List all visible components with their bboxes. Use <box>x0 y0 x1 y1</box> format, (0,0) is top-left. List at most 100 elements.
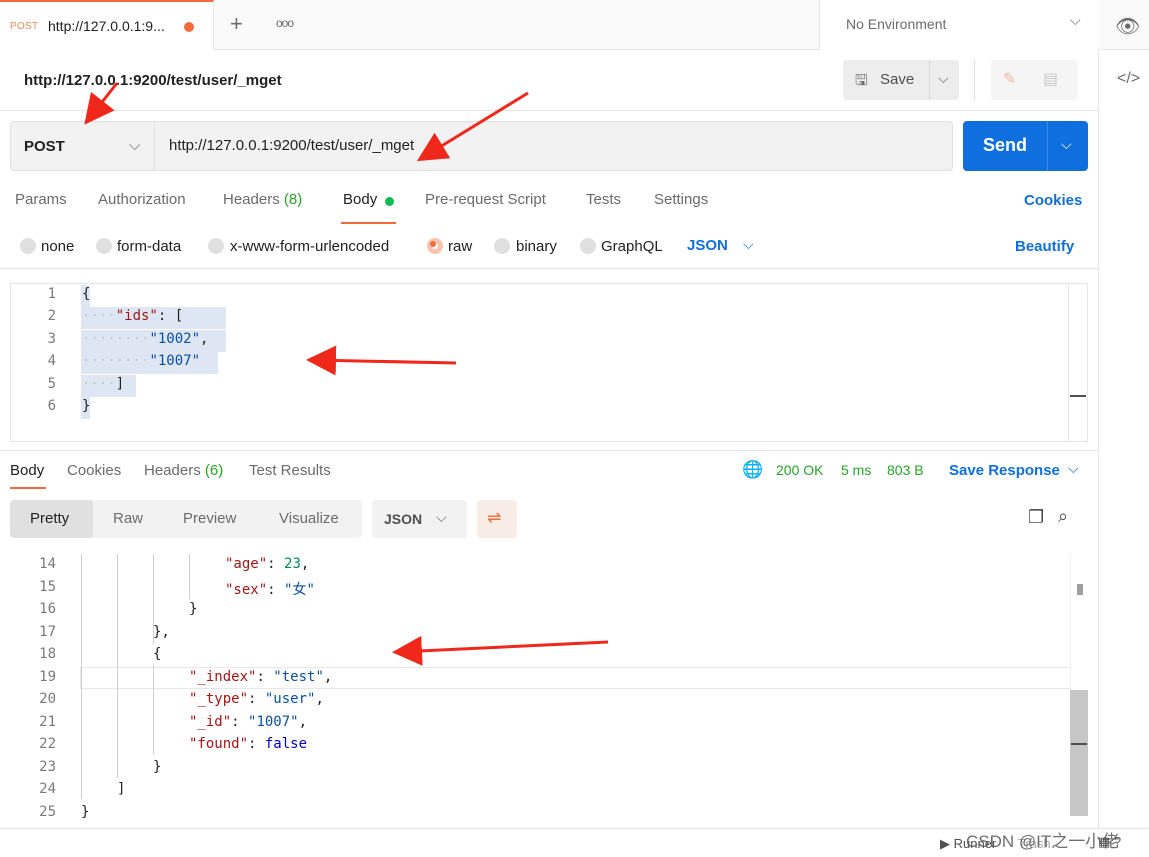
code-line[interactable]: { <box>82 286 90 302</box>
code-line[interactable]: "sex": "女" <box>225 579 315 599</box>
indent-guide <box>189 554 190 599</box>
response-time[interactable]: 5 ms <box>841 462 871 478</box>
view-preview[interactable]: Preview <box>183 510 236 527</box>
wrap-lines-button[interactable]: ⇌ <box>477 500 517 538</box>
copy-icon[interactable]: ❐ <box>1028 507 1044 528</box>
unsaved-dot-icon <box>184 22 194 32</box>
tab-headers[interactable]: Headers (8) <box>223 191 302 208</box>
tab-body[interactable]: Body <box>343 191 377 208</box>
radio-binary[interactable] <box>494 238 510 254</box>
chevron-down-icon[interactable]: ⌵ <box>1068 460 1079 477</box>
scroll-marker <box>1071 743 1087 745</box>
code-line[interactable]: } <box>153 759 161 775</box>
url-bar: POST ⌵ http://127.0.0.1:9200/test/user/_… <box>10 121 953 171</box>
radio-label-binary[interactable]: binary <box>516 238 557 255</box>
active-tab-underline <box>10 487 46 489</box>
response-tab-headers[interactable]: Headers (6) <box>144 462 223 479</box>
code-line[interactable]: "_type": "user", <box>189 691 324 707</box>
view-raw[interactable]: Raw <box>113 510 143 527</box>
method-select[interactable]: POST ⌵ <box>11 122 155 170</box>
editor-scrollbar[interactable] <box>1068 284 1069 441</box>
line-number: 6 <box>47 398 56 414</box>
help-icon[interactable]: ▦ ? <box>1098 834 1121 850</box>
response-tab-test-results[interactable]: Test Results <box>249 462 331 479</box>
response-body-viewer[interactable] <box>0 554 1088 828</box>
code-token: ] <box>117 781 126 797</box>
line-number: 24 <box>39 781 56 797</box>
chevron-down-icon[interactable]: ⌵ <box>743 236 754 253</box>
code-icon[interactable]: </> <box>1117 70 1140 88</box>
line-number: 23 <box>39 758 56 775</box>
view-pretty[interactable]: Pretty <box>30 510 69 527</box>
line-number: 3 <box>47 330 56 347</box>
radio-label-raw[interactable]: raw <box>448 238 472 255</box>
save-response-button[interactable]: Save Response <box>949 462 1060 479</box>
code-line[interactable]: } <box>81 804 89 820</box>
chevron-down-icon[interactable]: ⌵ <box>1061 136 1072 153</box>
line-number: 16 <box>39 601 56 617</box>
code-line[interactable]: ········"1007" <box>82 353 200 369</box>
pencil-icon[interactable]: ✎ <box>1003 69 1016 89</box>
eye-icon[interactable]: 👁 <box>1115 14 1140 39</box>
code-line[interactable]: } <box>189 601 197 617</box>
radio-form-data[interactable] <box>96 238 112 254</box>
cookies-link[interactable]: Cookies <box>1024 192 1082 209</box>
response-tab-cookies[interactable]: Cookies <box>67 462 121 479</box>
code-line[interactable]: { <box>153 646 161 662</box>
radio-label-none[interactable]: none <box>41 238 74 255</box>
save-button[interactable]: 🖫 Save ⌵ <box>843 60 959 100</box>
response-format-select[interactable]: JSON ⌵ <box>372 500 467 538</box>
comment-icon[interactable]: ▤ <box>1043 69 1058 89</box>
tab-params[interactable]: Params <box>15 191 67 208</box>
code-line[interactable]: ····"ids": [ <box>82 308 183 324</box>
code-line[interactable]: }, <box>153 624 170 640</box>
radio-label-urlencoded[interactable]: x-www-form-urlencoded <box>230 238 389 255</box>
status-code[interactable]: 200 OK <box>776 462 823 478</box>
send-button[interactable]: Send ⌵ <box>963 121 1088 171</box>
code-token: } <box>189 601 198 617</box>
more-tabs-icon[interactable]: ooo <box>276 16 294 30</box>
method-label: POST <box>24 138 65 155</box>
code-token: "age" <box>225 556 268 572</box>
tab-authorization[interactable]: Authorization <box>98 191 186 208</box>
code-line[interactable]: "age": 23, <box>225 556 309 572</box>
code-line[interactable]: ····] <box>82 376 124 392</box>
code-token: 23 <box>284 556 301 572</box>
scrollbar-thumb[interactable] <box>1070 690 1088 816</box>
code-line[interactable]: ] <box>117 781 125 797</box>
edit-toggle[interactable]: ✎ ▤ <box>991 60 1078 100</box>
url-input[interactable]: http://127.0.0.1:9200/test/user/_mget <box>169 137 414 154</box>
view-visualize[interactable]: Visualize <box>279 510 339 527</box>
new-tab-icon[interactable]: + <box>230 11 243 37</box>
globe-icon[interactable]: 🌐 <box>742 460 763 480</box>
radio-graphql[interactable] <box>580 238 596 254</box>
radio-urlencoded[interactable] <box>208 238 224 254</box>
radio-label-graphql[interactable]: GraphQL <box>601 238 663 255</box>
environment-selector[interactable]: No Environment ⌵ <box>819 0 1099 50</box>
body-active-dot-icon <box>385 197 394 206</box>
environment-label: No Environment <box>846 16 947 32</box>
wrap-icon: ⇌ <box>487 508 502 527</box>
code-line[interactable]: } <box>82 398 90 414</box>
code-line[interactable]: "found": false <box>189 736 307 752</box>
request-tab[interactable]: POST http://127.0.0.1:9... <box>0 0 214 50</box>
response-size[interactable]: 803 B <box>887 462 924 478</box>
tab-label: Headers <box>144 462 201 479</box>
body-format-select[interactable]: JSON <box>687 237 728 254</box>
search-icon[interactable]: ⌕ <box>1058 506 1068 527</box>
tab-tests[interactable]: Tests <box>586 191 621 208</box>
code-line[interactable]: "_id": "1007", <box>189 714 307 730</box>
radio-none[interactable] <box>20 238 36 254</box>
radio-label-form-data[interactable]: form-data <box>117 238 181 255</box>
divider <box>0 110 1098 111</box>
beautify-button[interactable]: Beautify <box>1015 238 1074 255</box>
radio-raw[interactable] <box>427 238 443 254</box>
code-token: } <box>82 398 91 414</box>
tab-pre-request-script[interactable]: Pre-request Script <box>425 191 546 208</box>
code-line[interactable]: ········"1002", <box>82 331 208 347</box>
response-tab-body[interactable]: Body <box>10 462 44 479</box>
code-line[interactable]: "_index": "test", <box>189 669 332 685</box>
chevron-down-icon[interactable]: ⌵ <box>938 70 949 87</box>
tab-settings[interactable]: Settings <box>654 191 708 208</box>
save-icon: 🖫 <box>855 72 868 89</box>
